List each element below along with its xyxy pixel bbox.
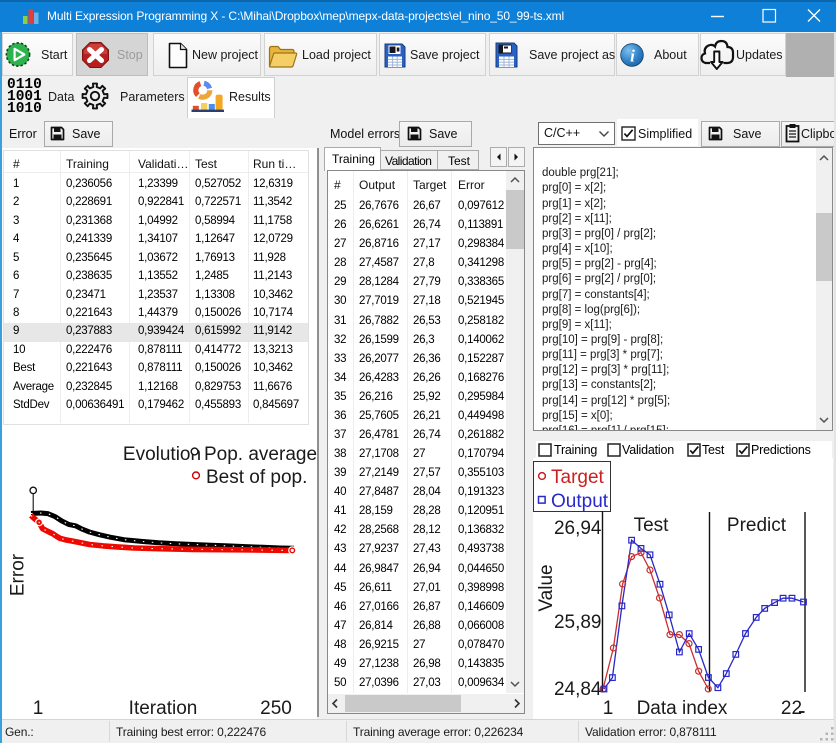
svg-text:i: i: [630, 47, 635, 66]
